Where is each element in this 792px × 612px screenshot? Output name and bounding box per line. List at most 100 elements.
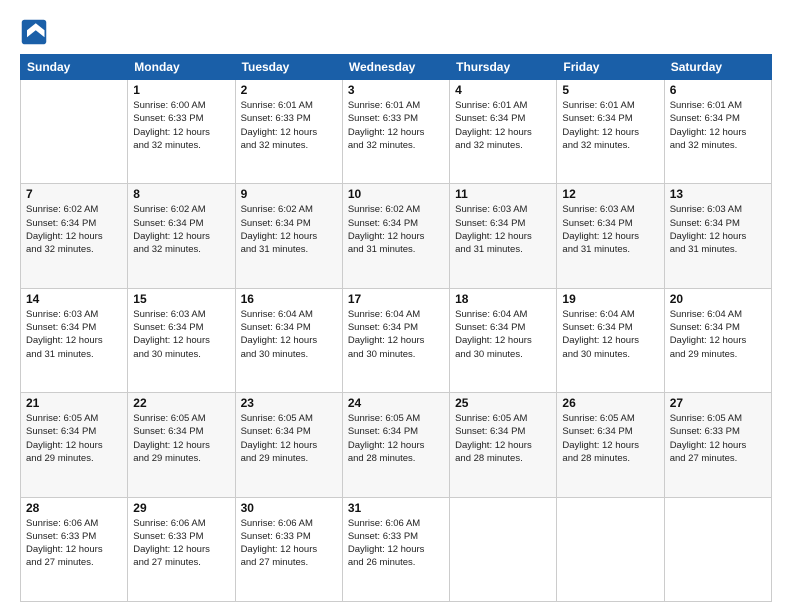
day-info: Sunrise: 6:06 AMSunset: 6:33 PMDaylight:…	[348, 517, 444, 570]
calendar-cell: 30 Sunrise: 6:06 AMSunset: 6:33 PMDayligh…	[235, 497, 342, 601]
calendar-cell: 12Sunrise: 6:03 AMSunset: 6:34 PMDayligh…	[557, 184, 664, 288]
day-number: 1	[133, 83, 229, 97]
day-info: Sunrise: 6:01 AMSunset: 6:34 PMDaylight:…	[562, 99, 658, 152]
day-header-friday: Friday	[557, 55, 664, 80]
calendar-cell: 16 Sunrise: 6:04 AMSunset: 6:34 PMDayligh…	[235, 288, 342, 392]
calendar-cell: 10 Sunrise: 6:02 AMSunset: 6:34 PMDayligh…	[342, 184, 449, 288]
calendar-cell: 18 Sunrise: 6:04 AMSunset: 6:34 PMDayligh…	[450, 288, 557, 392]
calendar-cell: 4 Sunrise: 6:01 AMSunset: 6:34 PMDaylight…	[450, 80, 557, 184]
day-number: 5	[562, 83, 658, 97]
day-number: 15	[133, 292, 229, 306]
day-header-monday: Monday	[128, 55, 235, 80]
calendar-cell: 8 Sunrise: 6:02 AMSunset: 6:34 PMDaylight…	[128, 184, 235, 288]
day-info: Sunrise: 6:02 AMSunset: 6:34 PMDaylight:…	[348, 203, 444, 256]
day-info: Sunrise: 6:05 AMSunset: 6:34 PMDaylight:…	[348, 412, 444, 465]
calendar-cell: 22 Sunrise: 6:05 AMSunset: 6:34 PMDayligh…	[128, 393, 235, 497]
day-info: Sunrise: 6:04 AMSunset: 6:34 PMDaylight:…	[455, 308, 551, 361]
day-number: 21	[26, 396, 122, 410]
calendar-cell: 13 Sunrise: 6:03 AMSunset: 6:34 PMDayligh…	[664, 184, 771, 288]
day-info: Sunrise: 6:06 AMSunset: 6:33 PMDaylight:…	[241, 517, 337, 570]
day-info: Sunrise: 6:02 AMSunset: 6:34 PMDaylight:…	[133, 203, 229, 256]
day-number: 14	[26, 292, 122, 306]
calendar-cell: 11 Sunrise: 6:03 AMSunset: 6:34 PMDayligh…	[450, 184, 557, 288]
day-number: 7	[26, 187, 122, 201]
calendar-week-1: 1 Sunrise: 6:00 AMSunset: 6:33 PMDaylight…	[21, 80, 772, 184]
day-info: Sunrise: 6:01 AMSunset: 6:34 PMDaylight:…	[670, 99, 766, 152]
calendar-table: SundayMondayTuesdayWednesdayThursdayFrid…	[20, 54, 772, 602]
day-info: Sunrise: 6:01 AMSunset: 6:33 PMDaylight:…	[348, 99, 444, 152]
day-number: 10	[348, 187, 444, 201]
day-info: Sunrise: 6:05 AMSunset: 6:34 PMDaylight:…	[241, 412, 337, 465]
day-number: 19	[562, 292, 658, 306]
day-number: 2	[241, 83, 337, 97]
day-info: Sunrise: 6:04 AMSunset: 6:34 PMDaylight:…	[348, 308, 444, 361]
day-number: 17	[348, 292, 444, 306]
calendar-cell: 6 Sunrise: 6:01 AMSunset: 6:34 PMDaylight…	[664, 80, 771, 184]
calendar-cell	[450, 497, 557, 601]
day-info: Sunrise: 6:04 AMSunset: 6:34 PMDaylight:…	[241, 308, 337, 361]
day-info: Sunrise: 6:03 AMSunset: 6:34 PMDaylight:…	[670, 203, 766, 256]
day-number: 28	[26, 501, 122, 515]
calendar-week-4: 21 Sunrise: 6:05 AMSunset: 6:34 PMDayligh…	[21, 393, 772, 497]
calendar-page: SundayMondayTuesdayWednesdayThursdayFrid…	[0, 0, 792, 612]
day-header-saturday: Saturday	[664, 55, 771, 80]
day-info: Sunrise: 6:04 AMSunset: 6:34 PMDaylight:…	[562, 308, 658, 361]
day-number: 11	[455, 187, 551, 201]
day-number: 25	[455, 396, 551, 410]
day-number: 20	[670, 292, 766, 306]
day-info: Sunrise: 6:06 AMSunset: 6:33 PMDaylight:…	[26, 517, 122, 570]
logo-icon	[20, 18, 48, 46]
day-info: Sunrise: 6:05 AMSunset: 6:34 PMDaylight:…	[26, 412, 122, 465]
day-number: 29	[133, 501, 229, 515]
day-info: Sunrise: 6:03 AMSunset: 6:34 PMDaylight:…	[562, 203, 658, 256]
day-info: Sunrise: 6:04 AMSunset: 6:34 PMDaylight:…	[670, 308, 766, 361]
day-number: 27	[670, 396, 766, 410]
calendar-cell: 7Sunrise: 6:02 AMSunset: 6:34 PMDaylight…	[21, 184, 128, 288]
calendar-cell: 29Sunrise: 6:06 AMSunset: 6:33 PMDayligh…	[128, 497, 235, 601]
calendar-cell	[664, 497, 771, 601]
day-number: 22	[133, 396, 229, 410]
calendar-cell: 3 Sunrise: 6:01 AMSunset: 6:33 PMDaylight…	[342, 80, 449, 184]
calendar-cell: 24 Sunrise: 6:05 AMSunset: 6:34 PMDayligh…	[342, 393, 449, 497]
day-info: Sunrise: 6:05 AMSunset: 6:34 PMDaylight:…	[133, 412, 229, 465]
day-header-thursday: Thursday	[450, 55, 557, 80]
day-info: Sunrise: 6:03 AMSunset: 6:34 PMDaylight:…	[455, 203, 551, 256]
calendar-week-3: 14 Sunrise: 6:03 AMSunset: 6:34 PMDayligh…	[21, 288, 772, 392]
calendar-week-2: 7 Sunrise: 6:02 AMSunset: 6:34 PMDaylight…	[21, 184, 772, 288]
day-number: 3	[348, 83, 444, 97]
calendar-cell: 5 Sunrise: 6:01 AMSunset: 6:34 PMDaylight…	[557, 80, 664, 184]
day-number: 24	[348, 396, 444, 410]
day-number: 23	[241, 396, 337, 410]
calendar-cell	[21, 80, 128, 184]
calendar-cell: 31 Sunrise: 6:06 AMSunset: 6:33 PMDayligh…	[342, 497, 449, 601]
day-number: 6	[670, 83, 766, 97]
day-info: Sunrise: 6:05 AMSunset: 6:33 PMDaylight:…	[670, 412, 766, 465]
day-number: 16	[241, 292, 337, 306]
day-info: Sunrise: 6:01 AMSunset: 6:34 PMDaylight:…	[455, 99, 551, 152]
day-number: 26	[562, 396, 658, 410]
calendar-cell: 1 Sunrise: 6:00 AMSunset: 6:33 PMDaylight…	[128, 80, 235, 184]
calendar-cell: 20 Sunrise: 6:04 AMSunset: 6:34 PMDayligh…	[664, 288, 771, 392]
calendar-cell	[557, 497, 664, 601]
day-info: Sunrise: 6:01 AMSunset: 6:33 PMDaylight:…	[241, 99, 337, 152]
calendar-cell: 21 Sunrise: 6:05 AMSunset: 6:34 PMDayligh…	[21, 393, 128, 497]
day-info: Sunrise: 6:03 AMSunset: 6:34 PMDaylight:…	[26, 308, 122, 361]
calendar-cell: 26Sunrise: 6:05 AMSunset: 6:34 PMDayligh…	[557, 393, 664, 497]
calendar-cell: 14 Sunrise: 6:03 AMSunset: 6:34 PMDayligh…	[21, 288, 128, 392]
calendar-cell: 23 Sunrise: 6:05 AMSunset: 6:34 PMDayligh…	[235, 393, 342, 497]
day-header-sunday: Sunday	[21, 55, 128, 80]
calendar-cell: 15Sunrise: 6:03 AMSunset: 6:34 PMDayligh…	[128, 288, 235, 392]
day-info: Sunrise: 6:05 AMSunset: 6:34 PMDaylight:…	[455, 412, 551, 465]
day-number: 18	[455, 292, 551, 306]
day-number: 13	[670, 187, 766, 201]
calendar-cell: 25 Sunrise: 6:05 AMSunset: 6:34 PMDayligh…	[450, 393, 557, 497]
day-number: 31	[348, 501, 444, 515]
day-number: 4	[455, 83, 551, 97]
calendar-week-5: 28 Sunrise: 6:06 AMSunset: 6:33 PMDayligh…	[21, 497, 772, 601]
calendar-cell: 28 Sunrise: 6:06 AMSunset: 6:33 PMDayligh…	[21, 497, 128, 601]
day-info: Sunrise: 6:00 AMSunset: 6:33 PMDaylight:…	[133, 99, 229, 152]
calendar-cell: 19 Sunrise: 6:04 AMSunset: 6:34 PMDayligh…	[557, 288, 664, 392]
day-number: 30	[241, 501, 337, 515]
calendar-header-row: SundayMondayTuesdayWednesdayThursdayFrid…	[21, 55, 772, 80]
day-number: 8	[133, 187, 229, 201]
